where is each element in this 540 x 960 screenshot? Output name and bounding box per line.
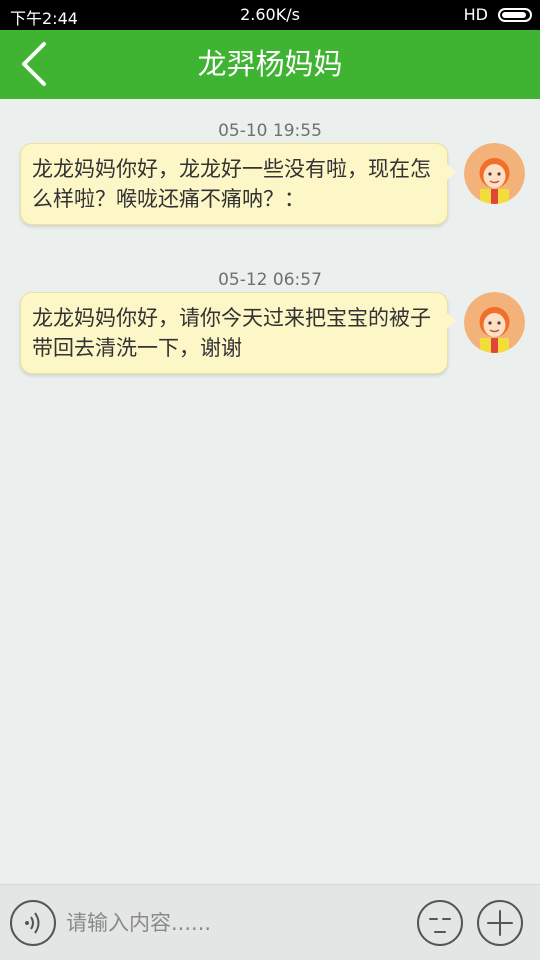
status-bar: 下午2:44 2.60K/s HD (0, 0, 540, 30)
chat-message-list[interactable]: 05-10 19:55 龙龙妈妈你好，龙龙好一些没有啦，现在怎么样啦？喉咙还痛不… (0, 99, 540, 884)
message-input[interactable] (66, 903, 396, 943)
message-group: 05-12 06:57 龙龙妈妈你好，请你今天过来把宝宝的被子带回去清洗一下，谢… (0, 268, 540, 374)
status-signal-label: HD (463, 5, 488, 24)
message-group: 05-10 19:55 龙龙妈妈你好，龙龙好一些没有啦，现在怎么样啦？喉咙还痛不… (0, 119, 540, 225)
avatar-icon (464, 143, 525, 204)
status-network-speed: 2.60K/s (240, 5, 300, 24)
message-bubble[interactable]: 龙龙妈妈你好，请你今天过来把宝宝的被子带回去清洗一下，谢谢 (20, 292, 456, 374)
avatar-icon (464, 292, 525, 353)
message-bubble[interactable]: 龙龙妈妈你好，龙龙好一些没有啦，现在怎么样啦？喉咙还痛不痛呐？： (20, 143, 456, 225)
message-timestamp: 05-12 06:57 (218, 270, 322, 290)
avatar[interactable] (464, 143, 525, 204)
add-attachment-button[interactable] (476, 899, 524, 947)
battery-icon (498, 8, 532, 22)
message-timestamp: 05-10 19:55 (218, 121, 322, 141)
page-title: 龙羿杨妈妈 (197, 47, 343, 81)
emoji-icon (417, 900, 463, 946)
emoji-button[interactable] (416, 899, 464, 947)
header-bar: 龙羿杨妈妈 (0, 30, 540, 99)
plus-icon (477, 900, 523, 946)
voice-icon (10, 900, 56, 946)
avatar[interactable] (464, 292, 525, 353)
voice-button[interactable] (9, 899, 57, 947)
message-input-bar (0, 884, 540, 960)
